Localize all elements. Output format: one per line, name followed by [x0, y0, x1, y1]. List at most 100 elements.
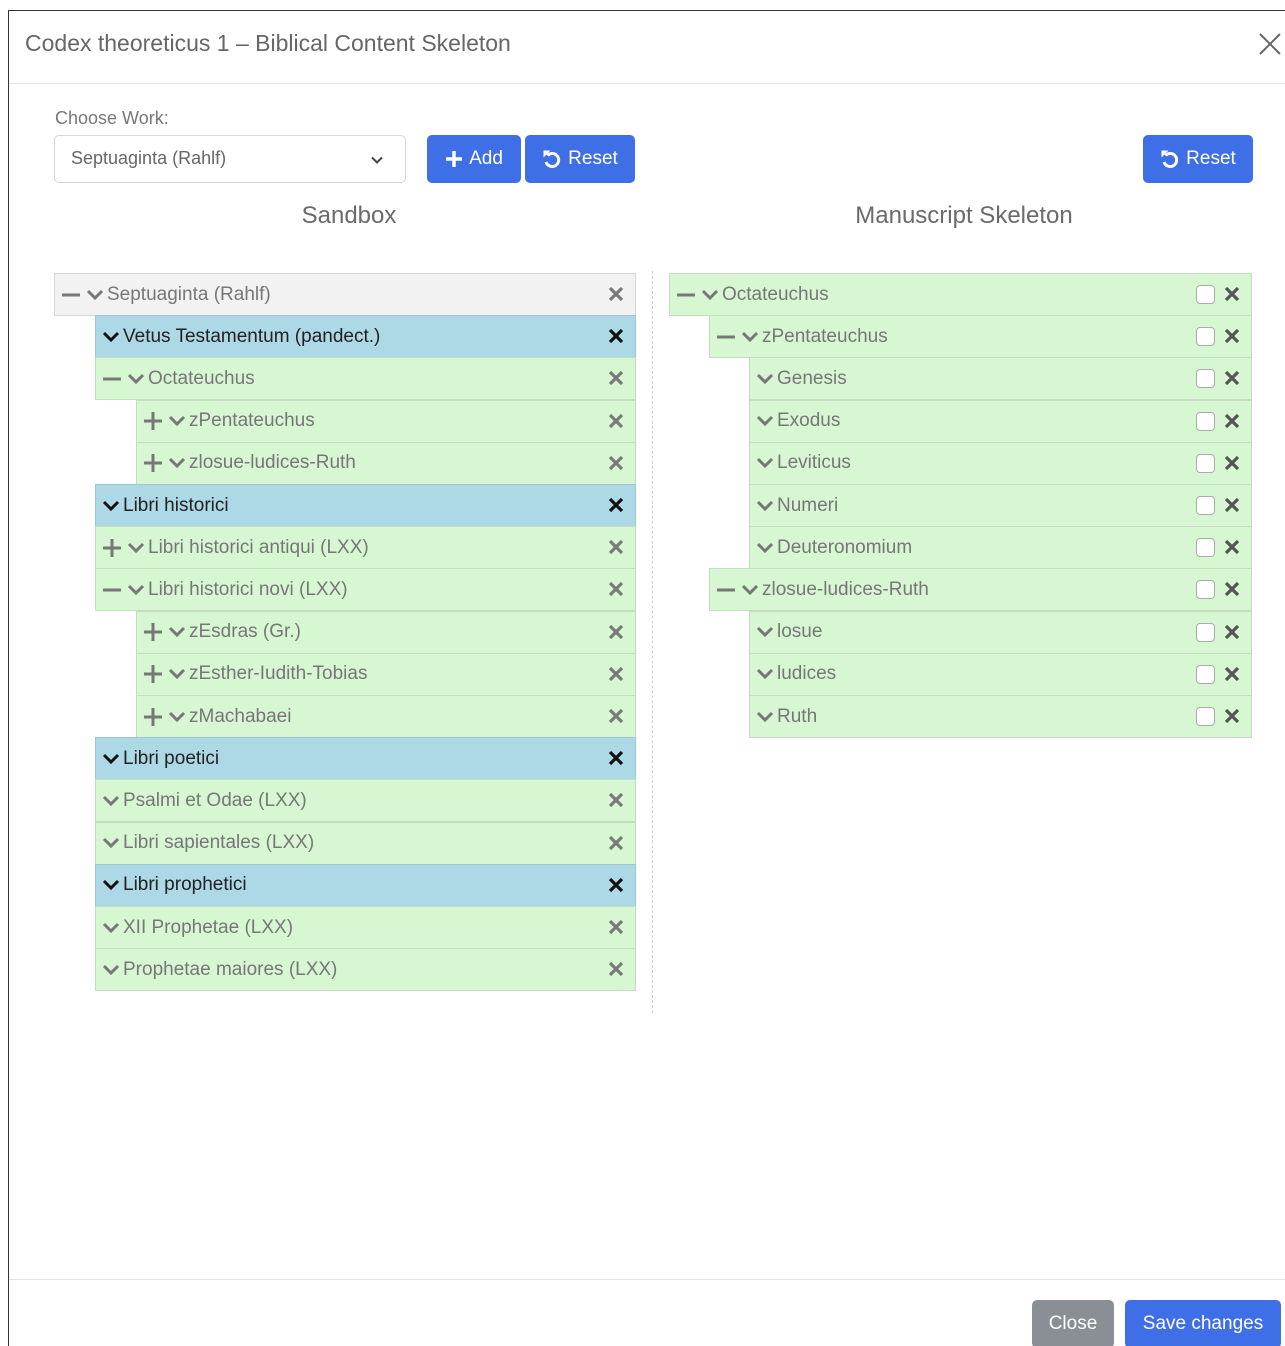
select-checkbox[interactable] [1196, 538, 1215, 558]
select-checkbox[interactable] [1196, 622, 1215, 642]
expand-plus-icon[interactable] [143, 453, 163, 473]
save-changes-button[interactable]: Save changes [1125, 1300, 1281, 1346]
tree-row[interactable]: Libri sapientales (LXX) [95, 821, 636, 865]
tree-row[interactable]: Octateuchus [95, 357, 636, 401]
chevron-down-icon[interactable] [756, 625, 774, 639]
collapse-minus-icon[interactable] [676, 285, 696, 305]
tree-row[interactable]: Exodus [749, 399, 1252, 443]
tree-row[interactable]: Deuteronomium [749, 526, 1252, 570]
remove-icon[interactable] [608, 961, 624, 977]
remove-icon[interactable] [1224, 413, 1240, 429]
chevron-down-icon[interactable] [756, 414, 774, 428]
expand-plus-icon[interactable] [102, 538, 122, 558]
tree-row[interactable]: Vetus Testamentum (pandect.) [95, 315, 636, 359]
remove-icon[interactable] [1224, 328, 1240, 344]
tree-row[interactable]: zMachabaei [136, 695, 636, 738]
chevron-down-icon[interactable] [168, 667, 186, 681]
tree-row[interactable]: ludices [749, 652, 1252, 696]
chevron-down-icon[interactable] [102, 963, 120, 977]
expand-plus-icon[interactable] [143, 707, 163, 727]
remove-icon[interactable] [608, 835, 624, 851]
remove-icon[interactable] [1224, 455, 1240, 471]
select-checkbox[interactable] [1196, 580, 1215, 600]
remove-icon[interactable] [608, 455, 624, 471]
tree-row[interactable]: Libri historici antiqui (LXX) [95, 526, 636, 570]
chevron-down-icon[interactable] [127, 583, 145, 597]
remove-icon[interactable] [608, 539, 624, 555]
tree-row[interactable]: Septuaginta (Rahlf) [54, 273, 636, 316]
tree-row[interactable]: Prophetae maiores (LXX) [95, 948, 636, 992]
remove-icon[interactable] [608, 328, 624, 344]
chevron-down-icon[interactable] [741, 583, 759, 597]
select-checkbox[interactable] [1196, 664, 1215, 684]
tree-row[interactable]: zEsther-Iudith-Tobias [136, 652, 636, 696]
remove-icon[interactable] [1224, 581, 1240, 597]
add-button[interactable]: Add [427, 135, 521, 183]
chevron-down-icon[interactable] [127, 541, 145, 555]
chevron-down-icon[interactable] [168, 625, 186, 639]
chevron-down-icon[interactable] [741, 330, 759, 344]
remove-icon[interactable] [1224, 539, 1240, 555]
collapse-minus-icon[interactable] [716, 580, 736, 600]
chevron-down-icon[interactable] [86, 288, 104, 302]
chevron-down-icon[interactable] [102, 921, 120, 935]
tree-row[interactable]: Leviticus [749, 441, 1252, 485]
tree-row[interactable]: Psalmi et Odae (LXX) [95, 779, 636, 823]
tree-row[interactable]: Libri prophetici [95, 863, 636, 907]
work-select[interactable]: Septuaginta (Rahlf) [54, 135, 406, 183]
close-button[interactable]: Close [1032, 1300, 1114, 1346]
select-checkbox[interactable] [1196, 285, 1215, 304]
select-checkbox[interactable] [1196, 453, 1215, 473]
remove-icon[interactable] [1224, 708, 1240, 724]
chevron-down-icon[interactable] [756, 372, 774, 386]
chevron-down-icon[interactable] [102, 752, 120, 766]
chevron-down-icon[interactable] [102, 499, 120, 513]
collapse-minus-icon[interactable] [716, 327, 736, 347]
remove-icon[interactable] [608, 792, 624, 808]
chevron-down-icon[interactable] [756, 710, 774, 724]
select-checkbox[interactable] [1196, 496, 1215, 515]
chevron-down-icon[interactable] [756, 541, 774, 555]
chevron-down-icon[interactable] [102, 794, 120, 808]
remove-icon[interactable] [608, 877, 624, 893]
chevron-down-icon[interactable] [701, 288, 719, 302]
remove-icon[interactable] [1224, 624, 1240, 640]
select-checkbox[interactable] [1196, 707, 1215, 726]
close-icon[interactable] [1257, 31, 1283, 57]
tree-row[interactable]: Libri historici novi (LXX) [95, 568, 636, 612]
remove-icon[interactable] [608, 581, 624, 597]
chevron-down-icon[interactable] [168, 456, 186, 470]
reset-sandbox-button[interactable]: Reset [525, 135, 635, 183]
chevron-down-icon[interactable] [756, 499, 774, 513]
tree-row[interactable]: losue [749, 610, 1252, 654]
select-checkbox[interactable] [1196, 327, 1215, 347]
chevron-down-icon[interactable] [127, 372, 145, 386]
remove-icon[interactable] [608, 624, 624, 640]
tree-row[interactable]: Libri poetici [95, 737, 636, 781]
tree-row[interactable]: XII Prophetae (LXX) [95, 906, 636, 949]
chevron-down-icon[interactable] [102, 836, 120, 850]
remove-icon[interactable] [608, 666, 624, 682]
select-checkbox[interactable] [1196, 369, 1215, 389]
remove-icon[interactable] [608, 750, 624, 766]
collapse-minus-icon[interactable] [102, 580, 122, 600]
remove-icon[interactable] [608, 413, 624, 429]
remove-icon[interactable] [1224, 286, 1240, 302]
chevron-down-icon[interactable] [102, 878, 120, 892]
select-checkbox[interactable] [1196, 411, 1215, 431]
chevron-down-icon[interactable] [168, 414, 186, 428]
tree-row[interactable]: Numeri [749, 484, 1252, 527]
expand-plus-icon[interactable] [143, 664, 163, 684]
remove-icon[interactable] [608, 708, 624, 724]
tree-row[interactable]: Ruth [749, 695, 1252, 738]
remove-icon[interactable] [608, 497, 624, 513]
tree-row[interactable]: zPentateuchus [709, 315, 1252, 359]
remove-icon[interactable] [1224, 370, 1240, 386]
remove-icon[interactable] [608, 286, 624, 302]
tree-row[interactable]: zEsdras (Gr.) [136, 610, 636, 654]
expand-plus-icon[interactable] [143, 411, 163, 431]
chevron-down-icon[interactable] [756, 456, 774, 470]
reset-skeleton-button[interactable]: Reset [1143, 135, 1253, 183]
tree-row[interactable]: zlosue-ludices-Ruth [136, 441, 636, 485]
tree-row[interactable]: Libri historici [95, 484, 636, 527]
